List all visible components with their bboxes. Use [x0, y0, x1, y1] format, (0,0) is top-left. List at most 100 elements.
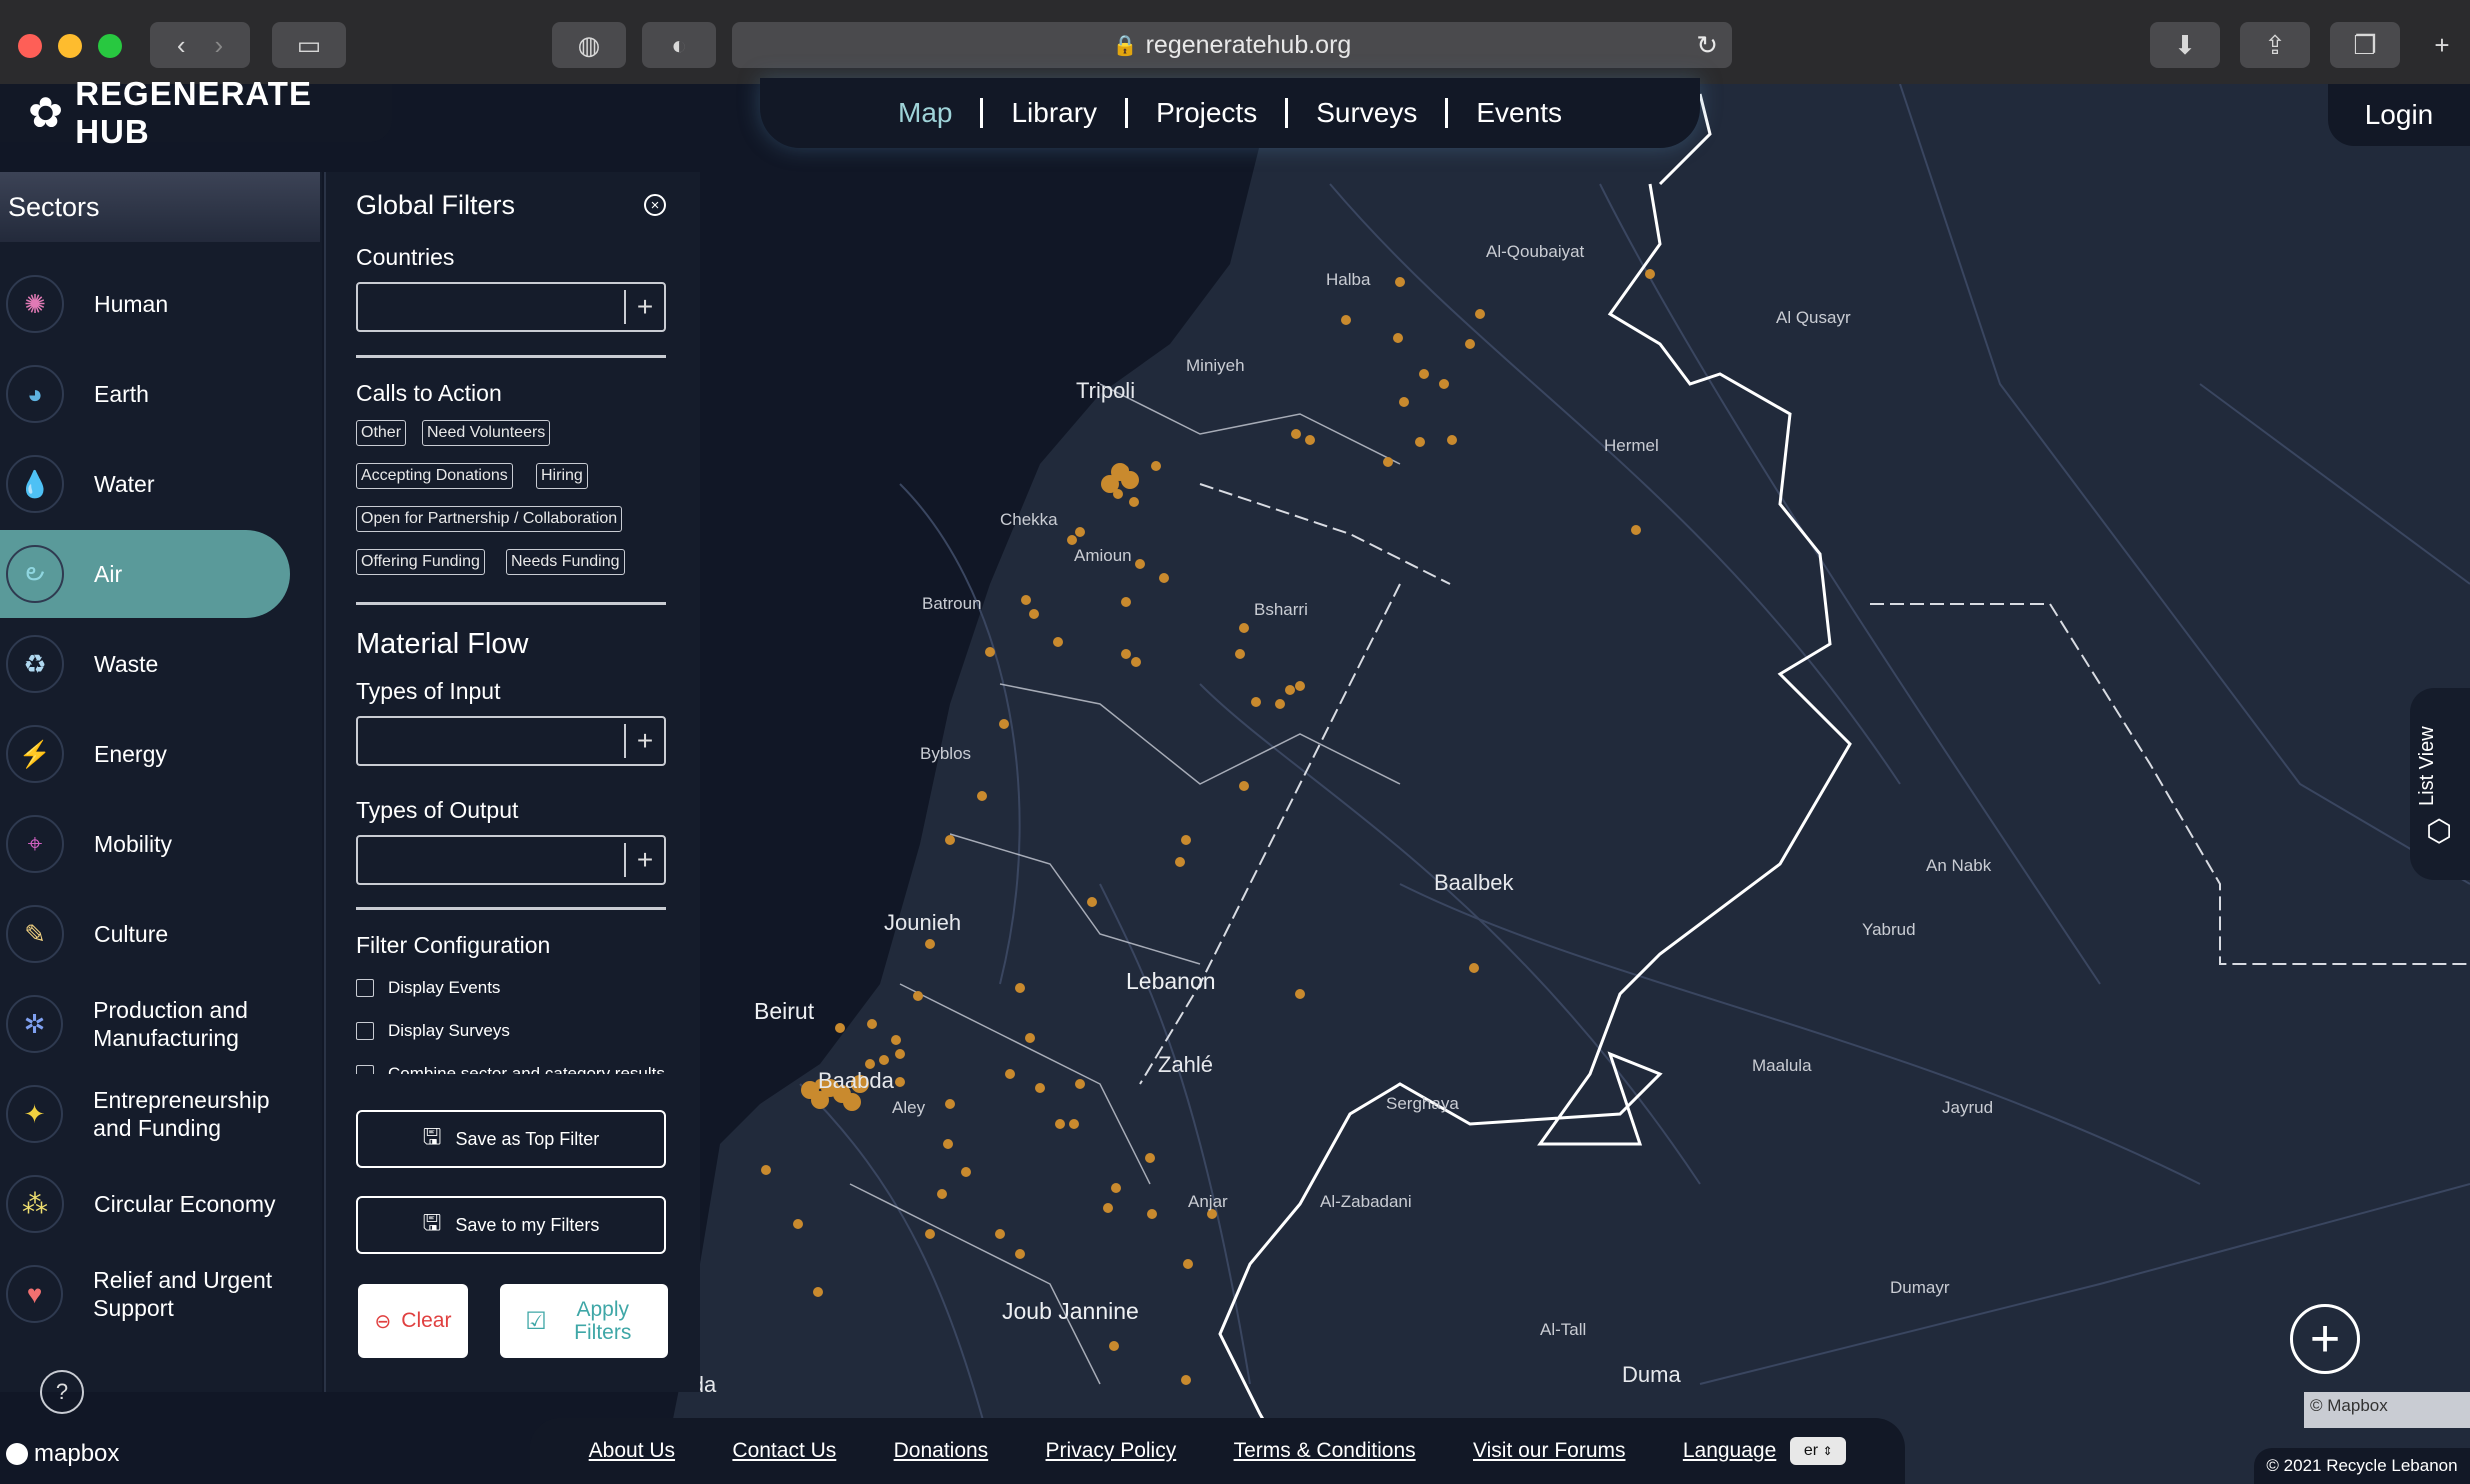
apply-filters-button[interactable]: ☑ Apply Filters [500, 1284, 668, 1358]
map-marker[interactable] [1075, 1079, 1085, 1089]
map-marker[interactable] [1015, 983, 1025, 993]
map-marker[interactable] [1015, 1249, 1025, 1259]
map-marker[interactable] [1305, 435, 1315, 445]
map-marker[interactable] [945, 835, 955, 845]
sector-item[interactable]: ♻ Waste [0, 620, 290, 708]
tag-hiring[interactable]: Hiring [536, 463, 588, 489]
map-marker[interactable] [761, 1165, 771, 1175]
back-icon[interactable]: ‹ [177, 30, 186, 61]
tag-need-volunteers[interactable]: Need Volunteers [422, 420, 551, 446]
tag-offering-funding[interactable]: Offering Funding [356, 549, 485, 575]
map-marker[interactable] [891, 1035, 901, 1045]
map-marker[interactable] [1183, 1259, 1193, 1269]
map-marker[interactable] [1129, 497, 1139, 507]
add-country-button[interactable]: + [624, 290, 664, 324]
map-marker[interactable] [1135, 559, 1145, 569]
minimize-window-button[interactable] [58, 34, 82, 58]
sector-item[interactable]: ✲ Production and Manufacturing [0, 980, 290, 1068]
map-marker[interactable] [1087, 897, 1097, 907]
site-logo[interactable]: ✿ REGENERATE HUB [0, 75, 392, 150]
footer-contact-link[interactable]: Contact Us [732, 1439, 836, 1463]
map-marker[interactable] [1181, 835, 1191, 845]
sector-item[interactable]: ✺ Human [0, 260, 290, 348]
map-marker[interactable] [867, 1019, 877, 1029]
footer-about-link[interactable]: About Us [589, 1439, 675, 1463]
list-view-tab[interactable]: List View ⬡ [2410, 688, 2470, 880]
map-marker[interactable] [961, 1167, 971, 1177]
maximize-window-button[interactable] [98, 34, 122, 58]
map-marker[interactable] [925, 939, 935, 949]
map-marker[interactable] [1131, 657, 1141, 667]
map-marker[interactable] [835, 1023, 845, 1033]
share-button[interactable]: ⇪ [2240, 22, 2310, 68]
countries-input[interactable]: + [356, 282, 666, 332]
map-marker[interactable] [1021, 595, 1031, 605]
map-marker[interactable] [1239, 623, 1249, 633]
map-marker[interactable] [1383, 457, 1393, 467]
new-tab-button[interactable]: + [2420, 22, 2464, 68]
tag-needs-funding[interactable]: Needs Funding [506, 549, 625, 575]
map-marker[interactable] [1239, 781, 1249, 791]
add-input-button[interactable]: + [624, 724, 664, 758]
combine-results-checkbox[interactable] [356, 1065, 374, 1074]
types-of-output-field[interactable]: + [356, 835, 666, 885]
map-marker-cluster[interactable] [1121, 471, 1139, 489]
map-marker[interactable] [1235, 649, 1245, 659]
map-marker[interactable] [793, 1219, 803, 1229]
downloads-button[interactable]: ⬇ [2150, 22, 2220, 68]
login-button[interactable]: Login [2328, 84, 2470, 146]
map-marker[interactable] [943, 1139, 953, 1149]
map-marker[interactable] [1341, 315, 1351, 325]
map-marker[interactable] [1005, 1069, 1015, 1079]
reload-icon[interactable]: ↻ [1696, 30, 1718, 61]
map-marker[interactable] [1109, 1341, 1119, 1351]
map-marker[interactable] [1175, 857, 1185, 867]
tag-accepting-donations[interactable]: Accepting Donations [356, 463, 513, 489]
sector-item[interactable]: ✎ Culture [0, 890, 290, 978]
map-marker[interactable] [1631, 525, 1641, 535]
map-marker[interactable] [879, 1055, 889, 1065]
map-marker[interactable] [1291, 429, 1301, 439]
back-forward-buttons[interactable]: ‹ › [150, 22, 250, 68]
map-marker-cluster[interactable] [801, 1081, 819, 1099]
display-events-checkbox[interactable] [356, 979, 374, 997]
map-marker[interactable] [1111, 1183, 1121, 1193]
nav-events[interactable]: Events [1448, 98, 1590, 128]
map-marker[interactable] [1295, 989, 1305, 999]
add-output-button[interactable]: + [624, 843, 664, 877]
map-marker[interactable] [1465, 339, 1475, 349]
map-marker[interactable] [995, 1229, 1005, 1239]
map-marker[interactable] [1029, 609, 1039, 619]
sector-item[interactable]: ⌖ Mobility [0, 800, 290, 888]
add-project-button[interactable]: + [2290, 1304, 2360, 1374]
tabs-overview-button[interactable]: ❐ [2330, 22, 2400, 68]
map-marker[interactable] [1295, 681, 1305, 691]
tag-other[interactable]: Other [356, 420, 407, 446]
map-marker[interactable] [1399, 397, 1409, 407]
address-bar[interactable]: 🔒 regeneratehub.org ↻ [732, 22, 1732, 68]
map-marker[interactable] [1147, 1209, 1157, 1219]
map-marker[interactable] [1645, 269, 1655, 279]
map-marker[interactable] [1121, 597, 1131, 607]
save-my-filters-button[interactable]: 🖫 Save to my Filters [356, 1196, 666, 1254]
map-marker[interactable] [1067, 535, 1077, 545]
map-marker[interactable] [1475, 309, 1485, 319]
types-of-input-field[interactable]: + [356, 716, 666, 766]
map-marker[interactable] [895, 1077, 905, 1087]
map-marker[interactable] [1121, 649, 1131, 659]
sector-item[interactable]: ♥ Relief and Urgent Support [0, 1250, 290, 1338]
map-attribution[interactable]: © Mapbox [2304, 1392, 2470, 1428]
nav-library[interactable]: Library [983, 98, 1129, 128]
map-marker[interactable] [1251, 697, 1261, 707]
clear-button[interactable]: ⊖ Clear [358, 1284, 468, 1358]
map-marker-cluster[interactable] [1101, 475, 1119, 493]
map-marker[interactable] [1285, 685, 1295, 695]
map-marker[interactable] [977, 791, 987, 801]
map-marker[interactable] [1181, 1375, 1191, 1385]
footer-privacy-link[interactable]: Privacy Policy [1046, 1439, 1177, 1463]
help-button[interactable]: ? [40, 1370, 84, 1414]
map-marker[interactable] [1469, 963, 1479, 973]
map-marker[interactable] [1145, 1153, 1155, 1163]
display-surveys-checkbox[interactable] [356, 1022, 374, 1040]
map-marker[interactable] [925, 1229, 935, 1239]
